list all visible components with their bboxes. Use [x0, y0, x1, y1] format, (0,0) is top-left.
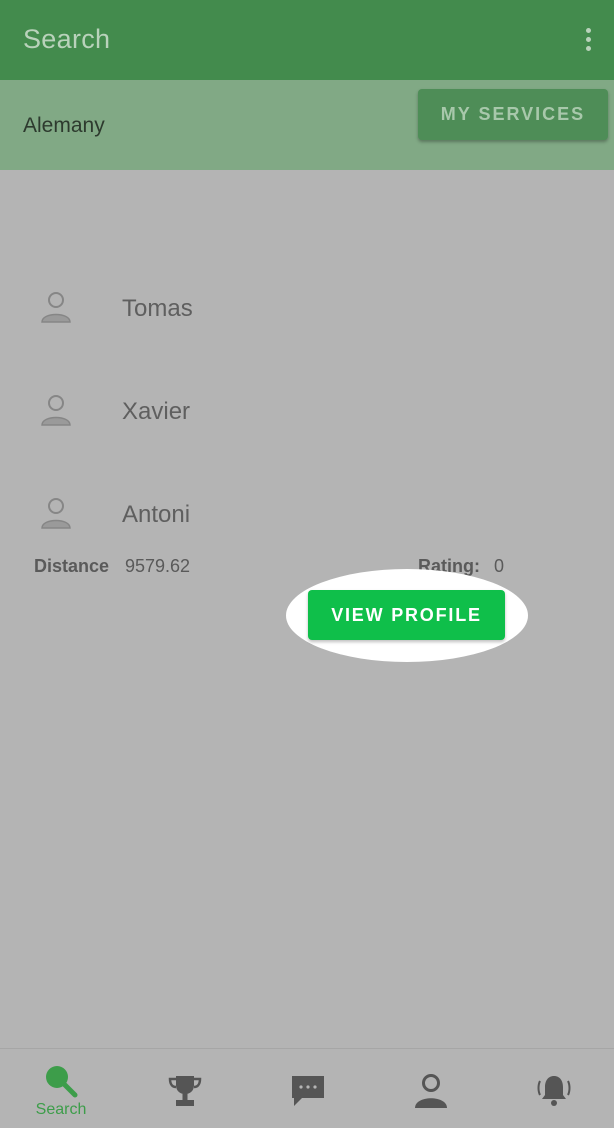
- result-name: Antoni: [122, 501, 191, 528]
- person-icon: [41, 292, 71, 323]
- more-vert-icon[interactable]: [584, 28, 592, 54]
- nav-chat[interactable]: [246, 1049, 368, 1128]
- bottom-nav: Search: [0, 1048, 614, 1128]
- trophy-icon: [168, 1076, 202, 1106]
- my-services-button[interactable]: MY SERVICES: [418, 89, 608, 140]
- result-name: Xavier: [122, 398, 191, 425]
- bell-icon: [537, 1076, 571, 1106]
- search-icon: [46, 1066, 78, 1098]
- screen: Search Alemany MY SERVICES Tomas Xavier: [0, 0, 614, 1128]
- rating-value: 0: [494, 556, 505, 576]
- nav-notifications[interactable]: [492, 1049, 614, 1128]
- person-icon: [41, 395, 71, 426]
- person-icon: [41, 498, 71, 529]
- chat-icon: [292, 1076, 324, 1106]
- list-item[interactable]: Xavier: [12, 371, 527, 474]
- location-label: Alemany: [23, 114, 105, 137]
- view-profile-button[interactable]: VIEW PROFILE: [308, 590, 505, 640]
- location-bar: Alemany MY SERVICES: [0, 80, 614, 170]
- nav-label: Search: [35, 1101, 87, 1118]
- app-bar: Search: [0, 0, 614, 80]
- profile-icon: [415, 1074, 447, 1108]
- list-item[interactable]: Tomas: [12, 268, 527, 371]
- result-name: Tomas: [122, 295, 193, 322]
- page-title: Search: [23, 24, 111, 54]
- nav-trophy[interactable]: [123, 1049, 245, 1128]
- distance-value: 9579.62: [125, 556, 191, 576]
- nav-profile[interactable]: [369, 1049, 491, 1128]
- nav-search[interactable]: Search: [0, 1049, 122, 1128]
- distance-label: Distance: [34, 556, 110, 576]
